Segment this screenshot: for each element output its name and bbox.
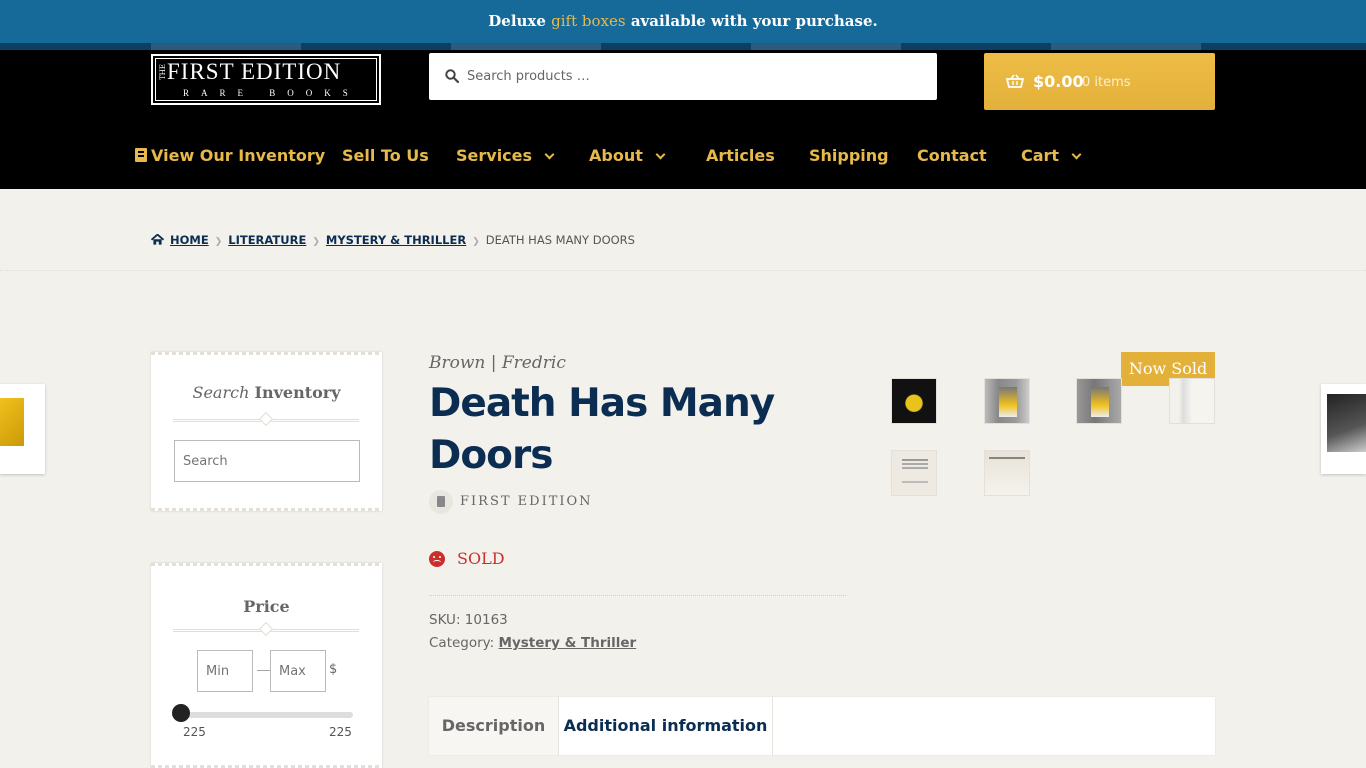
product-search [429, 53, 937, 100]
nav-shipping[interactable]: Shipping [809, 146, 889, 165]
breadcrumb-category[interactable]: MYSTERY & THRILLER [326, 233, 466, 247]
widget-title: Search Inventory [151, 383, 382, 402]
nav-sell-to-us[interactable]: Sell To Us [342, 146, 429, 165]
sold-label: SOLD [457, 549, 505, 568]
sku-value: 10163 [464, 612, 508, 628]
product-title: Death Has Many Doors [429, 381, 775, 478]
divider [0, 270, 1366, 271]
site-logo[interactable]: THE FIRST EDITION RARE BOOKS [151, 54, 381, 105]
nav-about[interactable]: About [589, 146, 666, 165]
gallery-thumbnail[interactable] [1169, 378, 1215, 424]
tab-additional-information[interactable]: Additional information [559, 697, 773, 755]
search-icon [445, 69, 459, 83]
book-icon [135, 148, 147, 162]
previous-product-thumbnail [0, 398, 24, 446]
gallery-thumbnail[interactable] [891, 378, 937, 424]
chevron-right-icon: ❯ [214, 237, 223, 247]
chevron-right-icon: ❯ [312, 237, 320, 247]
widget-divider [173, 419, 359, 422]
nav-services[interactable]: Services [456, 146, 555, 165]
basket-icon [1006, 74, 1024, 88]
chevron-down-icon [655, 149, 666, 160]
max-price-input[interactable] [270, 650, 326, 692]
breadcrumb-home[interactable]: HOME [170, 233, 209, 247]
widget-divider [173, 629, 359, 632]
price-slider-track[interactable] [181, 712, 353, 718]
promo-stripe [0, 43, 1366, 50]
nav-label: Sell To Us [342, 146, 429, 165]
category-label: Category: [429, 635, 495, 651]
site-header: THE FIRST EDITION RARE BOOKS $0.00 0 ite… [0, 50, 1366, 189]
tab-description[interactable]: Description [429, 697, 559, 755]
promo-prefix: Deluxe [488, 12, 546, 30]
product-sku: SKU: 10163 [429, 612, 508, 628]
price-range-min: 225 [183, 725, 206, 739]
main-nav: View Our Inventory Sell To Us Services A… [0, 146, 1366, 170]
nav-label: Articles [706, 146, 775, 165]
chevron-down-icon [544, 149, 555, 160]
inventory-search-input[interactable] [174, 440, 360, 482]
widget-title: Price [151, 597, 382, 616]
nav-label: View Our Inventory [151, 146, 326, 165]
gift-boxes-link[interactable]: gift boxes [551, 12, 625, 30]
price-range-dash: — [257, 662, 270, 677]
widget-title-bold: Inventory [254, 383, 341, 402]
divider [429, 595, 846, 596]
promo-bar: Deluxe gift boxes available with your pu… [0, 0, 1366, 43]
category-link[interactable]: Mystery & Thriller [499, 635, 637, 651]
next-product-thumbnail [1327, 394, 1366, 452]
previous-product-link[interactable] [0, 384, 45, 474]
min-price-input[interactable] [197, 650, 253, 692]
widget-title-bold: Price [243, 597, 290, 616]
logo-title: FIRST EDITION [167, 59, 342, 84]
sad-face-icon [429, 551, 445, 567]
nav-articles[interactable]: Articles [706, 146, 775, 165]
price-range-max: 225 [329, 725, 352, 739]
chevron-right-icon: ❯ [472, 237, 480, 247]
product-category: Category: Mystery & Thriller [429, 635, 636, 651]
gallery-thumbnail[interactable] [1076, 378, 1122, 424]
breadcrumb-current: DEATH HAS MANY DOORS [485, 233, 635, 247]
nav-label: Shipping [809, 146, 889, 165]
currency-symbol: $ [329, 662, 338, 677]
nav-contact[interactable]: Contact [917, 146, 987, 165]
logo-subtitle: RARE BOOKS [183, 88, 360, 98]
gallery-thumbnail[interactable] [891, 450, 937, 496]
nav-label: Cart [1021, 146, 1060, 165]
gallery-thumbnail[interactable] [984, 450, 1030, 496]
nav-cart[interactable]: Cart [1021, 146, 1082, 165]
breadcrumb-literature[interactable]: LITERATURE [228, 233, 306, 247]
search-inventory-widget: Search Inventory [151, 352, 382, 511]
gallery-thumbnail[interactable] [984, 378, 1030, 424]
product-tabs: Description Additional information [429, 697, 1215, 755]
breadcrumb: HOME ❯ LITERATURE ❯ MYSTERY & THRILLER ❯ DEATH… [151, 233, 635, 247]
search-products-input[interactable] [467, 53, 927, 100]
edition-label: FIRST EDITION [460, 494, 593, 509]
logo-the: THE [159, 64, 167, 80]
nav-label: Contact [917, 146, 987, 165]
chevron-down-icon [1071, 149, 1082, 160]
cart-amount: $0.00 [1033, 72, 1084, 91]
sku-label: SKU: [429, 612, 461, 628]
book-icon [429, 490, 453, 514]
cart-item-count: 0 items [1082, 75, 1131, 90]
promo-suffix: available with your purchase. [630, 12, 878, 30]
next-product-link[interactable] [1321, 384, 1366, 474]
widget-title-italic: Search [192, 383, 250, 402]
nav-label: About [589, 146, 643, 165]
product-author: Brown | Fredric [429, 353, 566, 373]
home-icon [151, 234, 164, 245]
price-slider-handle[interactable] [172, 704, 190, 722]
price-filter-widget: Price — $ 225 225 [151, 563, 382, 768]
nav-label: Services [456, 146, 533, 165]
nav-view-inventory[interactable]: View Our Inventory [135, 146, 325, 165]
header-cart-button[interactable]: $0.00 0 items [984, 53, 1215, 110]
